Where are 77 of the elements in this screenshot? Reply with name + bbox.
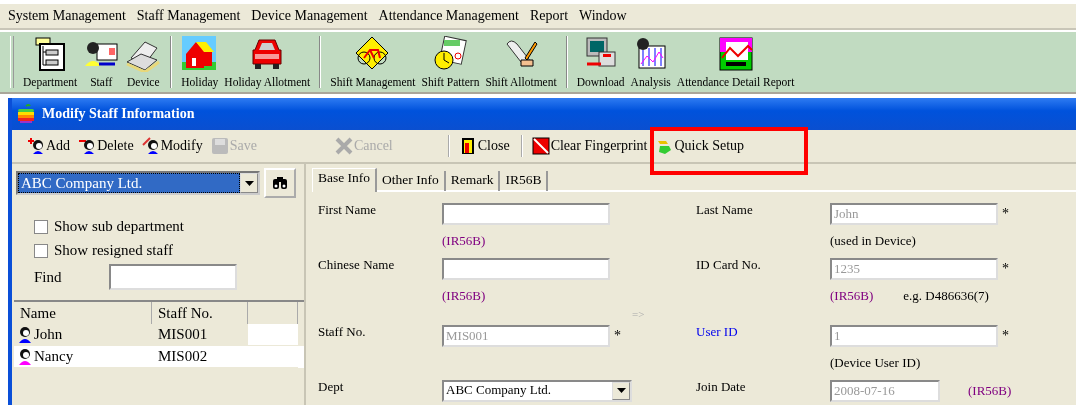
menu-item[interactable]: Attendance Management: [378, 8, 519, 24]
app-logo-icon: [16, 104, 36, 124]
hint-text: e.g. D486636(7): [903, 288, 989, 304]
search-field[interactable]: [109, 264, 237, 290]
tab[interactable]: Remark: [445, 171, 501, 191]
input-field[interactable]: [442, 257, 610, 280]
field-label: ID Card No.: [696, 256, 762, 273]
hint-text: (IR56B): [830, 288, 874, 304]
tab[interactable]: Other Info: [377, 171, 446, 191]
required-mark: *: [1002, 327, 1009, 344]
toolbar-button[interactable]: Attendance Detail Report: [673, 32, 798, 92]
caret-icon: [244, 180, 254, 186]
tab[interactable]: IR56B: [500, 171, 549, 191]
toolbar-button[interactable]: Close: [455, 137, 515, 155]
toolbar-button[interactable]: Clear Fingerprint: [528, 137, 653, 155]
clock-calendar-icon: [432, 36, 469, 72]
menu-item[interactable]: Window: [579, 8, 627, 24]
toolbar-button[interactable]: Shift Pattern: [418, 32, 483, 92]
search-button[interactable]: [264, 168, 296, 198]
field-label: Chinese Name: [318, 256, 396, 273]
required-mark: *: [1002, 260, 1009, 277]
field-label: Join Date: [696, 378, 747, 395]
toolbar-button[interactable]: Device: [122, 32, 165, 92]
checkbox-label: Show sub department: [54, 218, 184, 235]
checkbox[interactable]: [34, 219, 48, 234]
menu-item[interactable]: System Management: [8, 8, 126, 24]
toolbar-button[interactable]: Modify: [138, 137, 208, 155]
field-label: First Name: [318, 201, 378, 218]
field-label: Staff No.: [318, 323, 367, 340]
house-icon: [181, 36, 218, 72]
no-sign-icon: [531, 137, 550, 155]
toolbar-button[interactable]: Delete: [75, 137, 139, 155]
window-title: Modify Staff Information: [42, 106, 195, 122]
field-label: Dept: [318, 378, 345, 395]
hint-text: (IR56B): [442, 288, 486, 304]
field-label: Find: [34, 268, 63, 286]
edit-person-icon: [141, 137, 160, 155]
toolbar-button[interactable]: Download: [573, 32, 628, 92]
hint-text: (IR56B): [442, 233, 486, 249]
bicycle-sign-icon: [354, 36, 391, 72]
field-label: Last Name: [696, 201, 754, 218]
table-row[interactable]: Nancy MIS002: [14, 346, 304, 368]
toolbar-button[interactable]: Shift Management: [327, 32, 419, 92]
arrow-text: =>: [632, 308, 646, 320]
toolbar-button[interactable]: Shift Allotment: [482, 32, 560, 92]
checkbox[interactable]: [34, 243, 48, 258]
tab[interactable]: Base Info: [312, 168, 378, 192]
menu-item[interactable]: Device Management: [251, 8, 368, 24]
department-dropdown[interactable]: ABC Company Ltd.: [16, 171, 260, 195]
dept-dropdown[interactable]: ABC Company Ltd.: [442, 379, 632, 402]
input-field[interactable]: [442, 202, 610, 225]
report-chart-icon: [717, 36, 754, 72]
toolbar-button[interactable]: Holiday: [178, 32, 222, 92]
checkbox-label: Show resigned staff: [54, 242, 173, 259]
person-icon: [18, 348, 32, 365]
remove-person-icon: [78, 137, 97, 155]
cross-icon: [334, 137, 353, 155]
table-cell-text: Nancy: [34, 347, 74, 366]
hint-text: (Device User ID): [830, 355, 921, 371]
hint-text: (used in Device): [830, 233, 916, 249]
toolbar-button[interactable]: Staff: [80, 32, 123, 92]
toolbar-button[interactable]: Analysis: [627, 32, 674, 92]
toolbar-button[interactable]: Quick Setup: [652, 137, 750, 155]
menu-item[interactable]: Staff Management: [136, 8, 241, 24]
add-person-icon: [27, 137, 45, 155]
field-label: User ID: [696, 323, 739, 340]
required-mark: *: [614, 327, 621, 344]
toolbar-button[interactable]: Add: [24, 137, 76, 155]
menu-item[interactable]: Report: [529, 8, 569, 24]
binoculars-icon: [272, 176, 288, 190]
hint-text: (IR56B): [968, 382, 1012, 399]
toolbar-button[interactable]: Department: [20, 32, 81, 92]
person-icon: [18, 326, 32, 343]
required-mark: *: [1002, 205, 1009, 222]
table-cell-text: John: [34, 325, 63, 344]
caret-icon: [616, 388, 626, 393]
toolbar-button[interactable]: Holiday Allotment: [221, 32, 314, 92]
